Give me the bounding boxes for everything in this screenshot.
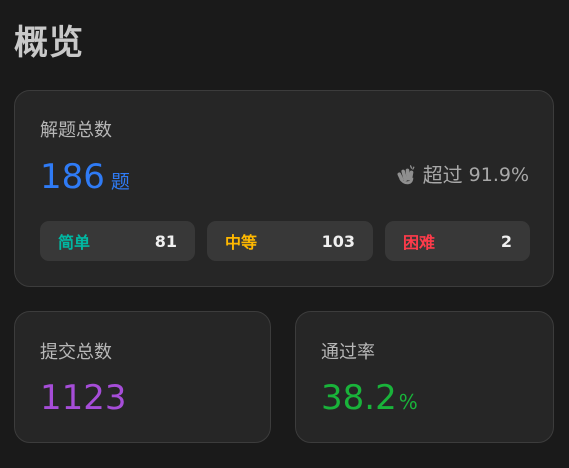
difficulty-hard-count: 2 [500, 231, 512, 251]
submissions-value: 1123 [40, 378, 127, 418]
solved-count: 186 [40, 157, 105, 197]
difficulty-hard-label: 困难 [403, 233, 436, 252]
difficulty-easy-pill[interactable]: 简单 81 [40, 221, 195, 261]
solved-unit: 题 [110, 171, 130, 193]
beats-percentage: 超过 91.9% [395, 161, 529, 189]
submissions-card: 提交总数 1123 [14, 311, 271, 443]
difficulty-medium-pill[interactable]: 中等 103 [207, 221, 373, 261]
beats-value: 91.9% [468, 164, 529, 186]
acceptance-value: 38.2 [321, 378, 397, 418]
difficulty-medium-label: 中等 [225, 233, 258, 252]
difficulty-easy-count: 81 [154, 231, 177, 251]
difficulty-breakdown: 简单 81 中等 103 困难 2 [40, 221, 530, 261]
solved-label: 解题总数 [40, 120, 112, 141]
page-title: 概览 [14, 23, 84, 63]
difficulty-hard-pill[interactable]: 困难 2 [385, 221, 530, 261]
difficulty-easy-label: 简单 [58, 233, 91, 252]
acceptance-label: 通过率 [321, 342, 375, 363]
acceptance-card: 通过率 38.2% [295, 311, 554, 443]
acceptance-unit: % [398, 390, 418, 414]
acceptance-value-row: 38.2% [321, 378, 418, 422]
clapping-hands-icon [395, 164, 417, 186]
difficulty-medium-count: 103 [321, 231, 355, 251]
solved-count-row: 186 题 [40, 157, 130, 197]
solved-summary-card: 解题总数 186 题 超过 91.9% 简单 81 中等 103 困难 2 [14, 90, 554, 287]
submissions-label: 提交总数 [40, 342, 112, 363]
beats-label: 超过 [422, 163, 463, 187]
